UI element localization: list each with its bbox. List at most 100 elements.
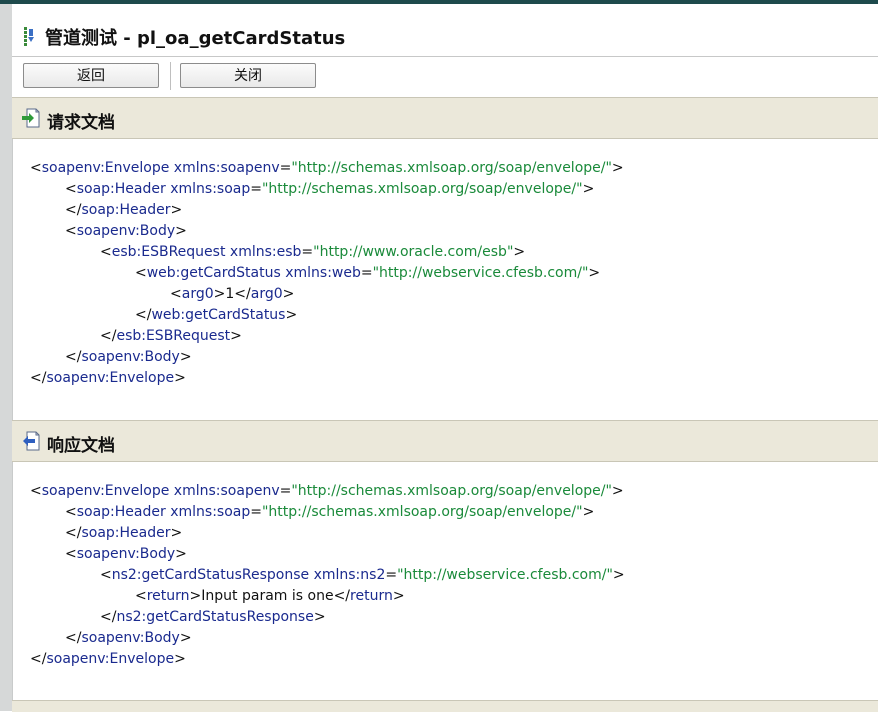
xml-token: soap:Header xyxy=(81,525,171,541)
xml-token: 1 xyxy=(225,286,235,302)
xml-token: > xyxy=(611,160,624,176)
close-button[interactable]: 关闭 xyxy=(180,63,316,88)
response-arrow-icon xyxy=(21,431,41,451)
xml-token: </ xyxy=(65,525,82,541)
left-edge-panel xyxy=(0,4,12,711)
xml-token: esb:ESBRequest xyxy=(111,244,226,260)
xml-token: xmlns:ns2 xyxy=(309,567,386,583)
xml-token: = xyxy=(385,567,398,583)
xml-token: > xyxy=(392,588,405,604)
xml-token: xmlns:soapenv xyxy=(169,483,280,499)
xml-token: </ xyxy=(30,370,47,386)
xml-token: soap:Header xyxy=(76,181,166,197)
xml-token: soapenv:Envelope xyxy=(41,483,170,499)
xml-token: web:getCardStatus xyxy=(151,307,286,323)
xml-token: = xyxy=(360,265,373,281)
request-section-title: 请求文档 xyxy=(47,113,115,133)
xml-line: </soap:Header> xyxy=(65,200,182,220)
xml-token: > xyxy=(611,483,624,499)
xml-token: = xyxy=(279,160,292,176)
xml-line: </soap:Header> xyxy=(65,523,182,543)
request-section-header: 请求文档 xyxy=(12,97,878,139)
xml-line: </ns2:getCardStatusResponse> xyxy=(100,607,326,627)
xml-token: soapenv:Body xyxy=(81,349,180,365)
xml-token: > xyxy=(582,504,595,520)
request-arrow-icon xyxy=(21,108,41,128)
xml-token: "http://schemas.xmlsoap.org/soap/envelop… xyxy=(291,160,612,176)
xml-token: = xyxy=(279,483,292,499)
xml-token: soapenv:Envelope xyxy=(46,651,175,667)
xml-token: > xyxy=(285,307,298,323)
xml-token: < xyxy=(100,244,112,260)
xml-line: <ns2:getCardStatusResponse xmlns:ns2="ht… xyxy=(100,565,625,585)
xml-line: <soap:Header xmlns:soap="http://schemas.… xyxy=(65,179,594,199)
bottom-section-band xyxy=(12,700,878,712)
xml-token: soap:Header xyxy=(81,202,171,218)
xml-token: soapenv:Body xyxy=(76,546,176,562)
xml-token: = xyxy=(250,181,262,197)
xml-token: "http://www.oracle.com/esb" xyxy=(313,244,514,260)
xml-line: <soapenv:Envelope xmlns:soapenv="http://… xyxy=(30,158,624,178)
xml-token: = xyxy=(250,504,262,520)
xml-token: < xyxy=(135,588,147,604)
xml-token: > xyxy=(175,223,187,239)
xml-token: esb:ESBRequest xyxy=(116,328,231,344)
xml-token: > xyxy=(175,546,187,562)
xml-line: </soapenv:Envelope> xyxy=(30,368,186,388)
xml-token: < xyxy=(30,483,42,499)
xml-token: </ xyxy=(30,651,47,667)
xml-token: ns2:getCardStatusResponse xyxy=(116,609,314,625)
page-title: 管道测试 - pl_oa_getCardStatus xyxy=(45,28,346,49)
xml-token: > xyxy=(230,328,242,344)
xml-token: "http://webservice.cfesb.com/" xyxy=(397,567,613,583)
xml-token: > xyxy=(174,370,186,386)
xml-token: "http://schemas.xmlsoap.org/soap/envelop… xyxy=(261,504,583,520)
xml-line: </web:getCardStatus> xyxy=(135,305,297,325)
xml-token: Input param is one xyxy=(201,588,334,604)
xml-token: > xyxy=(582,181,595,197)
xml-token: soapenv:Body xyxy=(76,223,176,239)
xml-line: <arg0>1</arg0> xyxy=(170,284,294,304)
xml-line: <soapenv:Body> xyxy=(65,544,187,564)
window-top-bar xyxy=(0,0,878,4)
xml-token: return xyxy=(146,588,190,604)
xml-token: </ xyxy=(100,609,117,625)
xml-token: </ xyxy=(65,630,82,646)
xml-token: > xyxy=(513,244,526,260)
xml-token: < xyxy=(100,567,112,583)
title-bar: 管道测试 - pl_oa_getCardStatus xyxy=(12,16,878,57)
request-document: <soapenv:Envelope xmlns:soapenv="http://… xyxy=(12,139,878,419)
xml-token: < xyxy=(65,546,77,562)
xml-token: "http://webservice.cfesb.com/" xyxy=(372,265,589,281)
xml-token: </ xyxy=(65,202,82,218)
xml-token: arg0 xyxy=(250,286,283,302)
xml-line: <soapenv:Envelope xmlns:soapenv="http://… xyxy=(30,481,624,501)
xml-token: > xyxy=(612,567,625,583)
xml-token: soap:Header xyxy=(76,504,166,520)
xml-token: > xyxy=(170,202,183,218)
xml-token: </ xyxy=(65,349,82,365)
xml-token: > xyxy=(179,349,192,365)
xml-line: </esb:ESBRequest> xyxy=(100,326,242,346)
xml-token: < xyxy=(170,286,182,302)
xml-token: xmlns:esb xyxy=(225,244,302,260)
xml-token: > xyxy=(282,286,295,302)
response-section-title: 响应文档 xyxy=(47,436,115,456)
xml-token: soapenv:Body xyxy=(81,630,180,646)
xml-token: return xyxy=(350,588,393,604)
xml-token: xmlns:soap xyxy=(165,504,251,520)
xml-token: </ xyxy=(100,328,117,344)
xml-line: </soapenv:Body> xyxy=(65,347,192,367)
pipeline-icon xyxy=(23,27,35,47)
xml-token: > xyxy=(179,630,192,646)
xml-line: </soapenv:Body> xyxy=(65,628,192,648)
xml-token: = xyxy=(301,244,314,260)
xml-token: xmlns:soap xyxy=(165,181,251,197)
xml-token: > xyxy=(313,609,326,625)
xml-token: > xyxy=(170,525,183,541)
xml-line: <esb:ESBRequest xmlns:esb="http://www.or… xyxy=(100,242,525,262)
xml-token: arg0 xyxy=(181,286,214,302)
back-button[interactable]: 返回 xyxy=(23,63,159,88)
xml-token: > xyxy=(174,651,186,667)
xml-token: xmlns:web xyxy=(280,265,361,281)
